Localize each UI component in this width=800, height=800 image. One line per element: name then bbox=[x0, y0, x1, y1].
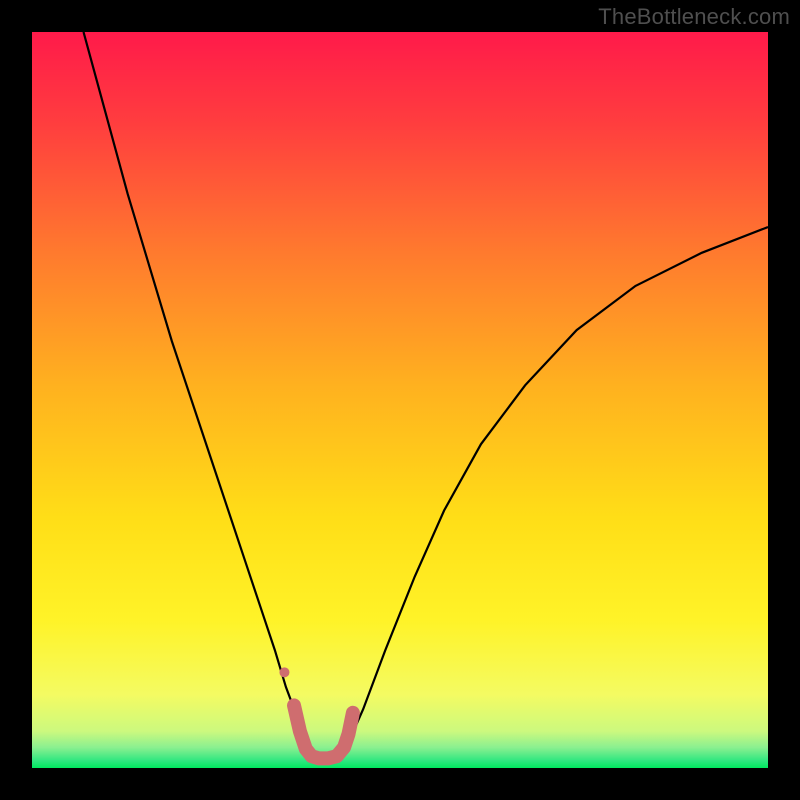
chart-background bbox=[32, 32, 768, 768]
chart-plot-area bbox=[32, 32, 768, 768]
highlight-dot bbox=[279, 667, 289, 677]
chart-frame: TheBottleneck.com bbox=[0, 0, 800, 800]
watermark-text: TheBottleneck.com bbox=[598, 4, 790, 30]
chart-svg bbox=[32, 32, 768, 768]
